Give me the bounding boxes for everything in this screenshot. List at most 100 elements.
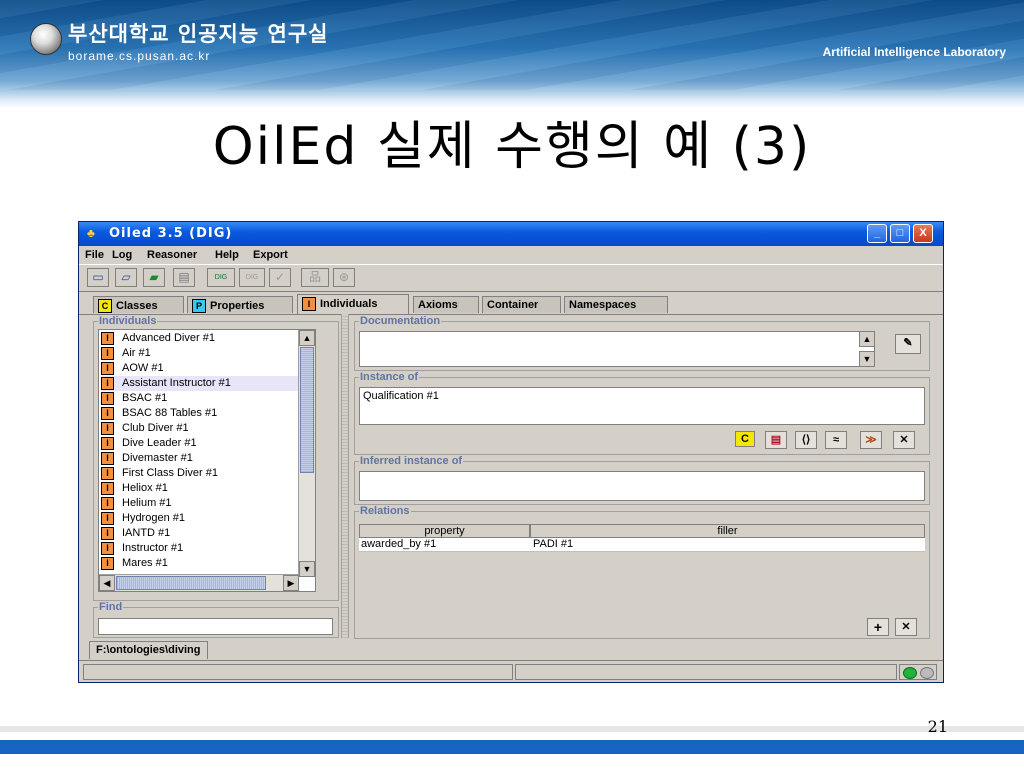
- slide-banner: 부산대학교 인공지능 연구실 borame.cs.pusan.ac.kr Art…: [0, 0, 1024, 108]
- scroll-right-icon[interactable]: ▶: [283, 575, 299, 591]
- university-name: 부산대학교 인공지능 연구실: [68, 21, 329, 46]
- documentation-textarea[interactable]: [359, 331, 875, 367]
- hierarchy-icon[interactable]: 品: [301, 268, 329, 287]
- tab-individuals[interactable]: I Individuals: [297, 294, 409, 314]
- split-pane-divider[interactable]: [341, 314, 349, 638]
- dig-icon[interactable]: DIG: [207, 268, 235, 287]
- list-item-label: Club Diver #1: [122, 422, 189, 434]
- remove-relation-button[interactable]: ✕: [895, 618, 917, 636]
- page-number: 21: [927, 717, 948, 736]
- tab-namespaces[interactable]: Namespaces: [564, 296, 668, 313]
- tab-axioms[interactable]: Axioms: [413, 296, 479, 313]
- list-item[interactable]: I Dive Leader #1: [101, 436, 315, 451]
- individual-badge-icon: I: [101, 436, 114, 450]
- list-item[interactable]: I Advanced Diver #1: [101, 331, 315, 346]
- find-input[interactable]: [98, 618, 333, 635]
- status-bar: [79, 660, 943, 683]
- vertical-scrollbar[interactable]: ▲ ▼: [298, 330, 315, 577]
- individuals-list[interactable]: I Advanced Diver #1 I Air #1 I AOW #1 I Assi…: [98, 329, 316, 592]
- list-item-label: BSAC #1: [122, 392, 168, 404]
- instance-of-label: Instance of: [359, 371, 420, 383]
- individual-badge-icon: I: [101, 481, 114, 495]
- relation-filler: PADI #1: [533, 538, 574, 550]
- inferred-instance-group: Inferred instance of: [354, 455, 930, 505]
- column-header-filler[interactable]: filler: [530, 524, 925, 538]
- menu-reasoner[interactable]: Reasoner: [147, 249, 197, 261]
- save-icon[interactable]: ▤: [173, 268, 195, 287]
- slide-title: OilEd 실제 수행의 예 (3): [212, 117, 812, 177]
- status-panel-right: [515, 664, 897, 680]
- horizontal-scrollbar[interactable]: ◀ ▶: [99, 574, 299, 591]
- individual-badge-icon: I: [101, 391, 114, 405]
- tab-label: Properties: [210, 299, 265, 312]
- individual-badge-icon: I: [101, 556, 114, 570]
- list-item[interactable]: I Air #1: [101, 346, 315, 361]
- individuals-label: Individuals: [98, 315, 158, 327]
- scroll-left-icon[interactable]: ◀: [99, 575, 115, 591]
- documentation-label: Documentation: [359, 315, 442, 327]
- check-icon[interactable]: ✓: [269, 268, 291, 287]
- instance-of-list[interactable]: Qualification #1: [359, 387, 925, 425]
- list-item[interactable]: I First Class Diver #1: [101, 466, 315, 481]
- maximize-button[interactable]: □: [890, 224, 910, 243]
- column-header-property[interactable]: property: [359, 524, 530, 538]
- close-button[interactable]: X: [913, 224, 933, 243]
- app-icon: ♣: [87, 226, 95, 240]
- add-restriction-icon[interactable]: ▤: [765, 431, 787, 449]
- gray-status-icon: [920, 667, 934, 679]
- individual-badge-icon: I: [101, 361, 114, 375]
- list-item-selected[interactable]: I Assistant Instructor #1: [101, 376, 315, 391]
- list-item[interactable]: I AOW #1: [101, 361, 315, 376]
- add-union-icon[interactable]: ≈: [825, 431, 847, 449]
- menu-log[interactable]: Log: [112, 249, 132, 261]
- list-item-label: BSAC 88 Tables #1: [122, 407, 218, 419]
- tab-properties[interactable]: P Properties: [187, 296, 293, 313]
- list-item[interactable]: I Helium #1: [101, 496, 315, 511]
- add-complement-icon[interactable]: ≫: [860, 431, 882, 449]
- list-item[interactable]: I Club Diver #1: [101, 421, 315, 436]
- individual-badge-icon: I: [101, 451, 114, 465]
- vertical-scroll-thumb[interactable]: [300, 347, 314, 473]
- scroll-down-icon[interactable]: ▼: [299, 561, 315, 577]
- remove-instance-icon[interactable]: ✕: [893, 431, 915, 449]
- open-folder-icon[interactable]: ▱: [115, 268, 137, 287]
- list-item-label: Dive Leader #1: [122, 437, 197, 449]
- list-item-label: Assistant Instructor #1: [122, 377, 231, 389]
- list-item[interactable]: I Heliox #1: [101, 481, 315, 496]
- individual-badge-icon: I: [101, 346, 114, 360]
- list-item-label: Heliox #1: [122, 482, 168, 494]
- list-item[interactable]: I Instructor #1: [101, 541, 315, 556]
- doc-scroll-down-icon[interactable]: ▼: [859, 351, 875, 367]
- menu-bar: File Log Reasoner Help Export: [79, 246, 943, 264]
- window-titlebar[interactable]: ♣ Oiled 3.5 (DIG) _ □ X: [79, 222, 943, 246]
- list-item[interactable]: I IANTD #1: [101, 526, 315, 541]
- list-item[interactable]: I BSAC 88 Tables #1: [101, 406, 315, 421]
- doc-scroll-up-icon[interactable]: ▲: [859, 331, 875, 347]
- instance-of-group: Instance of Qualification #1 C ▤ ⟨⟩ ≈ ≫ …: [354, 371, 930, 455]
- individual-badge-icon: I: [101, 541, 114, 555]
- new-folder-icon[interactable]: ▭: [87, 268, 109, 287]
- dig-disabled-icon[interactable]: DIG: [239, 268, 265, 287]
- minimize-button[interactable]: _: [867, 224, 887, 243]
- list-item[interactable]: I BSAC #1: [101, 391, 315, 406]
- menu-file[interactable]: File: [85, 249, 104, 261]
- tab-classes[interactable]: C Classes: [93, 296, 184, 313]
- menu-help[interactable]: Help: [215, 249, 239, 261]
- oiled-window: ♣ Oiled 3.5 (DIG) _ □ X File Log Reasone…: [78, 221, 944, 683]
- add-relation-button[interactable]: +: [867, 618, 889, 636]
- scroll-up-icon[interactable]: ▲: [299, 330, 315, 346]
- table-row[interactable]: awarded_by #1 PADI #1: [359, 538, 925, 552]
- tab-container[interactable]: Container: [482, 296, 561, 313]
- open-green-folder-icon[interactable]: ▰: [143, 268, 165, 287]
- edit-pencil-icon[interactable]: ✎: [895, 334, 921, 354]
- menu-export[interactable]: Export: [253, 249, 288, 261]
- add-class-icon[interactable]: C: [735, 431, 755, 447]
- list-item[interactable]: I Hydrogen #1: [101, 511, 315, 526]
- reasoner-icon[interactable]: ⊛: [333, 268, 355, 287]
- list-item[interactable]: I Mares #1: [101, 556, 315, 571]
- horizontal-scroll-thumb[interactable]: [116, 576, 266, 590]
- ontology-file-tab[interactable]: F:\ontologies\diving: [89, 641, 208, 659]
- list-item[interactable]: I Divemaster #1: [101, 451, 315, 466]
- add-expression-icon[interactable]: ⟨⟩: [795, 431, 817, 449]
- footer-blue-bar: [0, 740, 1024, 754]
